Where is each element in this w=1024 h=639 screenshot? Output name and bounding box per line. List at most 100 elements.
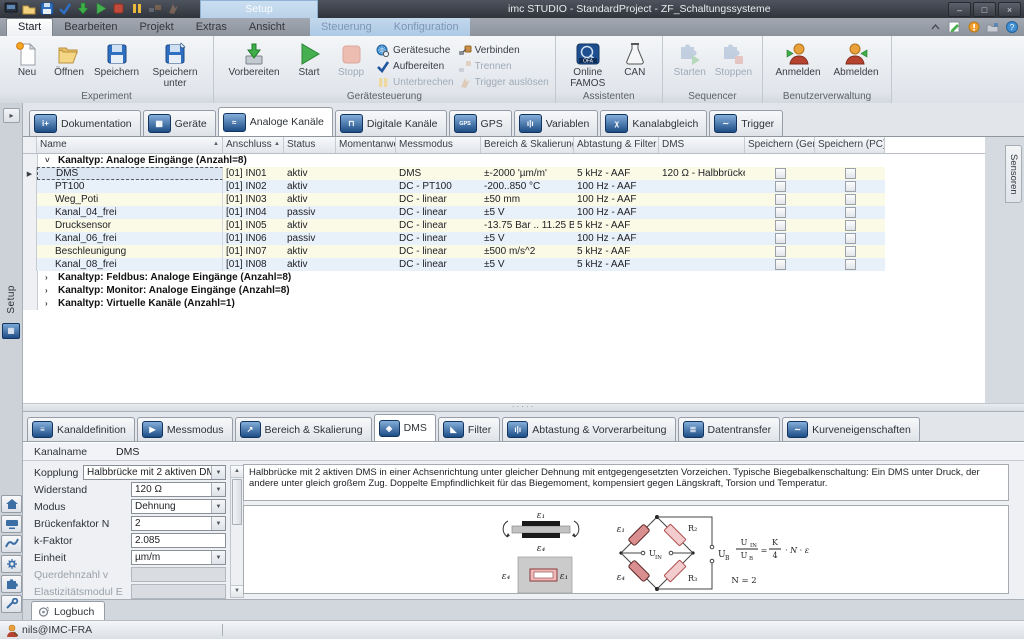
row-selector[interactable] bbox=[23, 206, 37, 219]
trennen-button[interactable]: Trennen bbox=[458, 59, 549, 73]
cell-bereich[interactable]: -200..850 °C bbox=[481, 180, 574, 193]
table-row-kanal06[interactable]: Kanal_06_frei [01] IN06 passiv DC - line… bbox=[23, 232, 985, 245]
cell-abtastung[interactable]: 5 kHz - AAF bbox=[574, 245, 659, 258]
checkbox-speichern-geraet[interactable] bbox=[775, 207, 786, 218]
neu-button[interactable]: Neu bbox=[6, 39, 48, 80]
sequencer-stoppen-button[interactable]: Stoppen bbox=[711, 39, 756, 80]
header-dms[interactable]: DMS bbox=[659, 137, 745, 153]
aufbereiten-button[interactable]: Aufbereiten bbox=[376, 59, 454, 73]
checkbox-speichern-geraet[interactable] bbox=[775, 168, 786, 179]
row-selector[interactable] bbox=[23, 219, 37, 232]
start-icon[interactable] bbox=[94, 2, 108, 15]
cell-status[interactable]: aktiv bbox=[284, 245, 336, 258]
cell-bereich[interactable]: -13.75 Bar .. 11.25 Bar bbox=[481, 219, 574, 232]
cell-status[interactable]: passiv bbox=[284, 206, 336, 219]
tab-abtastung[interactable]: ı|ıAbtastung & Vorverarbeitung bbox=[502, 417, 675, 441]
help-icon[interactable]: ? bbox=[1005, 21, 1018, 33]
tab-ansicht[interactable]: Ansicht bbox=[238, 19, 296, 36]
table-row-weg-poti[interactable]: Weg_Poti [01] IN03 aktiv DC - linear ±50… bbox=[23, 193, 985, 206]
group-row-virtuell[interactable]: ›Kanaltyp: Virtuelle Kanäle (Anzahl=1) bbox=[23, 297, 985, 310]
cell-messmodus[interactable]: DC - linear bbox=[396, 258, 481, 271]
cell-anschluss[interactable]: [01] IN06 bbox=[223, 232, 284, 245]
cell-anschluss[interactable]: [01] IN07 bbox=[223, 245, 284, 258]
cell-dms[interactable] bbox=[659, 258, 745, 271]
cell-bereich[interactable]: ±5 V bbox=[481, 232, 574, 245]
cell-name[interactable]: Kanal_06_frei bbox=[37, 232, 223, 245]
cell-status[interactable]: aktiv bbox=[284, 180, 336, 193]
tab-messmodus[interactable]: ▶Messmodus bbox=[137, 417, 233, 441]
setup-side-tab[interactable]: Setup ▦ bbox=[0, 285, 22, 339]
cell-dms[interactable] bbox=[659, 206, 745, 219]
tab-bereich-skalierung[interactable]: ↗Bereich & Skalierung bbox=[235, 417, 372, 441]
scroll-down-icon[interactable]: ▼ bbox=[231, 585, 243, 597]
cell-messmodus[interactable]: DC - linear bbox=[396, 193, 481, 206]
stopp-button[interactable]: Stopp bbox=[330, 39, 372, 80]
row-selector[interactable] bbox=[23, 193, 37, 206]
header-status[interactable]: Status bbox=[284, 137, 336, 153]
tab-datentransfer[interactable]: ≣Datentransfer bbox=[678, 417, 781, 441]
unterbrechen-button[interactable]: Unterbrechen bbox=[376, 75, 454, 89]
table-row-kanal08[interactable]: Kanal_08_frei [01] IN08 aktiv DC - linea… bbox=[23, 258, 985, 271]
cell-momentanwert[interactable] bbox=[336, 232, 396, 245]
tab-filter[interactable]: ◣Filter bbox=[438, 417, 500, 441]
cell-bereich[interactable]: ±-2000 'µm/m' bbox=[481, 167, 574, 180]
cell-dms[interactable] bbox=[659, 232, 745, 245]
pause-icon[interactable] bbox=[130, 2, 144, 15]
close-button[interactable]: × bbox=[998, 2, 1021, 17]
row-selector[interactable] bbox=[23, 232, 37, 245]
can-button[interactable]: CAN bbox=[614, 39, 656, 80]
tab-dokumentation[interactable]: i+Dokumentation bbox=[29, 110, 141, 136]
cell-name[interactable]: DMS bbox=[37, 167, 223, 180]
cell-name[interactable]: Beschleunigung bbox=[37, 245, 223, 258]
tab-kanalabgleich[interactable]: χKanalabgleich bbox=[600, 110, 707, 136]
tab-steuerung[interactable]: Steuerung bbox=[310, 19, 383, 36]
stop-icon[interactable] bbox=[112, 2, 126, 15]
cell-name[interactable]: Kanal_08_frei bbox=[37, 258, 223, 271]
widerstand-select[interactable]: 120 Ω▼ bbox=[131, 482, 226, 497]
expand-icon[interactable]: › bbox=[45, 286, 54, 295]
prepare-icon[interactable] bbox=[76, 2, 90, 15]
cell-status[interactable]: aktiv bbox=[284, 167, 336, 180]
tab-konfiguration[interactable]: Konfiguration bbox=[383, 19, 470, 36]
header-momentanwert[interactable]: Momentanwert bbox=[336, 137, 396, 153]
cell-name[interactable]: PT100 bbox=[37, 180, 223, 193]
form-scrollbar[interactable]: ▲ ▼ bbox=[230, 465, 244, 598]
cell-abtastung[interactable]: 5 kHz - AAF bbox=[574, 258, 659, 271]
cell-abtastung[interactable]: 5 kHz - AAF bbox=[574, 219, 659, 232]
logbuch-tab[interactable]: Logbuch bbox=[31, 601, 105, 621]
header-messmodus[interactable]: Messmodus bbox=[396, 137, 481, 153]
cell-momentanwert[interactable] bbox=[336, 245, 396, 258]
table-row-drucksensor[interactable]: Drucksensor [01] IN05 aktiv DC - linear … bbox=[23, 219, 985, 232]
cell-bereich[interactable]: ±500 m/s^2 bbox=[481, 245, 574, 258]
edit-icon[interactable] bbox=[948, 21, 961, 33]
cell-anschluss[interactable]: [01] IN03 bbox=[223, 193, 284, 206]
trigger-ausloesen-button[interactable]: Trigger auslösen bbox=[458, 75, 549, 89]
chevron-down-icon[interactable]: ▼ bbox=[211, 551, 225, 564]
save-icon[interactable] bbox=[40, 2, 54, 15]
header-speichern-geraet[interactable]: Speichern (Gerät) bbox=[745, 137, 815, 153]
chevron-down-icon[interactable]: ▼ bbox=[211, 466, 225, 479]
speichern-unter-button[interactable]: Speichern unter bbox=[143, 39, 207, 90]
tab-digitale-kanaele[interactable]: ⊓Digitale Kanäle bbox=[335, 110, 447, 136]
group-row-analog[interactable]: ˅Kanaltyp: Analoge Eingänge (Anzahl=8) bbox=[23, 154, 985, 167]
oeffnen-button[interactable]: Öffnen bbox=[48, 39, 90, 80]
cell-anschluss[interactable]: [01] IN05 bbox=[223, 219, 284, 232]
cell-dms[interactable] bbox=[659, 180, 745, 193]
maximize-button[interactable]: □ bbox=[973, 2, 996, 17]
cell-abtastung[interactable]: 100 Hz - AAF bbox=[574, 232, 659, 245]
tab-dms[interactable]: ◈DMS bbox=[374, 414, 436, 441]
cell-status[interactable]: aktiv bbox=[284, 219, 336, 232]
online-famos-button[interactable]: OFA Online FAMOS bbox=[562, 39, 614, 90]
brueckenfaktor-select[interactable]: 2▼ bbox=[131, 516, 226, 531]
row-selector[interactable] bbox=[23, 245, 37, 258]
cell-momentanwert[interactable] bbox=[336, 193, 396, 206]
tab-variablen[interactable]: ı|ıVariablen bbox=[514, 110, 599, 136]
cell-momentanwert[interactable] bbox=[336, 219, 396, 232]
tab-trigger[interactable]: ∼Trigger bbox=[709, 110, 783, 136]
checkbox-speichern-geraet[interactable] bbox=[775, 181, 786, 192]
sequencer-starten-button[interactable]: Starten bbox=[669, 39, 711, 80]
checkbox-speichern-pc[interactable] bbox=[845, 259, 856, 270]
cell-name[interactable]: Weg_Poti bbox=[37, 193, 223, 206]
minimize-button[interactable]: – bbox=[948, 2, 971, 17]
tab-projekt[interactable]: Projekt bbox=[128, 19, 184, 36]
